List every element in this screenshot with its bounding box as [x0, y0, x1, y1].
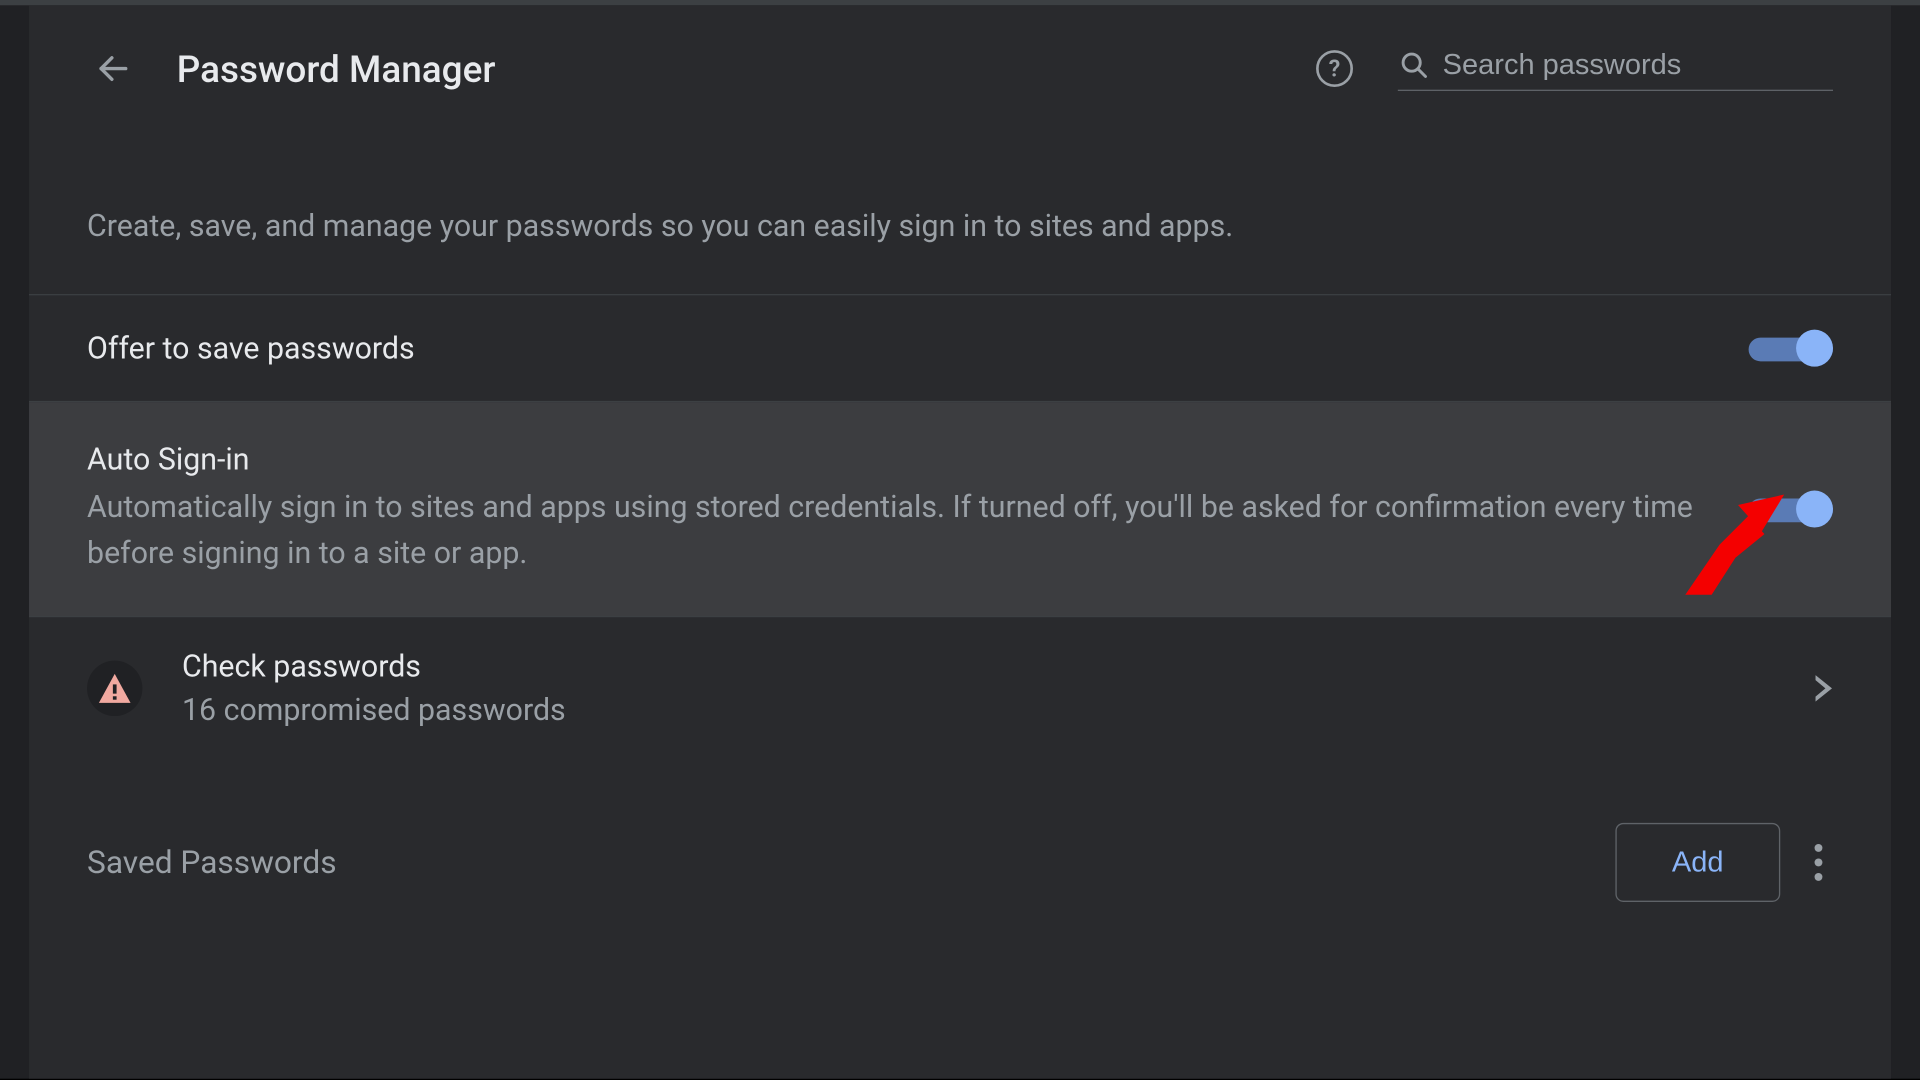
offer-save-toggle[interactable]	[1749, 330, 1833, 367]
offer-save-passwords-row[interactable]: Offer to save passwords	[29, 295, 1891, 402]
search-field[interactable]	[1398, 47, 1833, 91]
kebab-dot-icon	[1815, 873, 1823, 881]
warning-badge	[87, 661, 142, 716]
arrow-left-icon	[95, 50, 132, 87]
chevron-right-icon	[1815, 675, 1833, 701]
saved-passwords-heading: Saved Passwords	[87, 844, 1591, 881]
page-header: Password Manager ?	[29, 5, 1891, 132]
check-passwords-row[interactable]: Check passwords 16 compromised passwords	[29, 617, 1891, 759]
warning-triangle-icon	[98, 673, 132, 705]
auto-signin-row[interactable]: Auto Sign-in Automatically sign in to si…	[29, 402, 1891, 617]
check-passwords-subtitle: 16 compromised passwords	[182, 692, 1815, 728]
auto-signin-title: Auto Sign-in	[87, 442, 1722, 478]
auto-signin-toggle[interactable]	[1749, 491, 1833, 528]
back-button[interactable]	[87, 42, 140, 95]
offer-save-title: Offer to save passwords	[87, 330, 1722, 366]
kebab-dot-icon	[1815, 844, 1823, 852]
check-passwords-title: Check passwords	[182, 649, 1815, 685]
saved-passwords-section: Saved Passwords Add	[29, 760, 1891, 902]
more-options-button[interactable]	[1804, 833, 1833, 891]
auto-signin-desc: Automatically sign in to sites and apps …	[87, 485, 1722, 576]
help-icon: ?	[1316, 50, 1353, 87]
toggle-thumb	[1796, 330, 1833, 367]
search-input[interactable]	[1443, 47, 1833, 81]
add-password-button[interactable]: Add	[1615, 823, 1780, 902]
search-icon	[1398, 48, 1430, 80]
intro-text: Create, save, and manage your passwords …	[29, 132, 1891, 296]
kebab-dot-icon	[1815, 858, 1823, 866]
help-button[interactable]: ?	[1308, 42, 1361, 95]
page-title: Password Manager	[177, 47, 1308, 91]
toggle-thumb	[1796, 491, 1833, 528]
